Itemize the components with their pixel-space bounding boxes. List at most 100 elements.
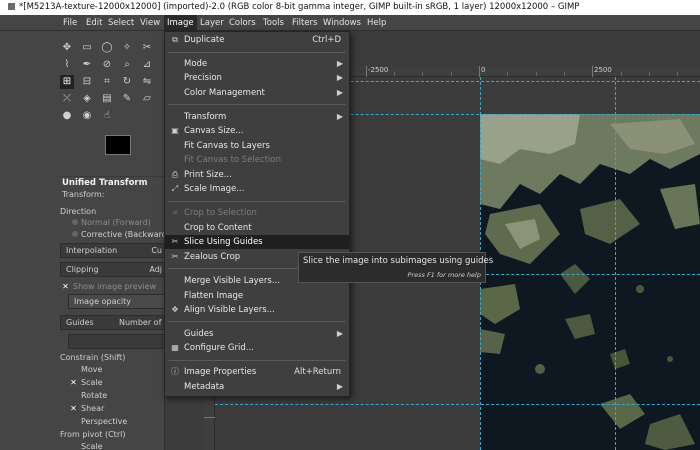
constrain-rotate-label: Rotate	[81, 391, 108, 400]
scale-icon: ⤢	[171, 184, 179, 193]
rect-select-tool-icon[interactable]: ▭	[80, 41, 94, 55]
crop-tool-icon[interactable]: ⌗	[100, 75, 114, 89]
menu-item-label: Color Management	[184, 88, 265, 98]
constrain-move-label: Move	[81, 365, 103, 374]
menu-item-flatten[interactable]: Flatten Image	[165, 289, 349, 303]
interpolation-value: Cu	[151, 246, 162, 255]
gimp-app-icon	[8, 3, 15, 10]
menu-select[interactable]: Select	[105, 15, 137, 31]
menu-item-label: Fit Canvas to Layers	[184, 141, 270, 151]
menu-item-fit-canvas-selection[interactable]: Fit Canvas to Selection	[165, 153, 349, 167]
print-icon: ⎙	[171, 170, 179, 179]
menu-item-crop-selection[interactable]: ⌗ Crop to Selection	[165, 206, 349, 220]
menu-item-canvas-size[interactable]: ▣ Canvas Size...	[165, 124, 349, 138]
direction-corrective-radio[interactable]: Corrective (Backward)	[72, 230, 170, 239]
menu-edit[interactable]: Edit	[83, 15, 105, 31]
satellite-image[interactable]	[480, 114, 700, 450]
eraser-tool-icon[interactable]: ▱	[140, 92, 154, 106]
color-picker-tool-icon[interactable]: ⊘	[100, 58, 114, 72]
title-bar: *[M5213A-texture-12000x12000] (imported)…	[0, 0, 700, 15]
measure-tool-icon[interactable]: ⊿	[140, 58, 154, 72]
constrain-move-checkbox[interactable]: Move	[70, 365, 102, 374]
menu-item-label: Zealous Crop	[184, 252, 241, 262]
align-icon: ✥	[171, 305, 179, 314]
show-preview-checkbox[interactable]: ✕ Show image preview	[62, 282, 156, 291]
constrain-shear-checkbox[interactable]: ✕ Shear	[70, 404, 104, 413]
unified-transform-tool-icon[interactable]: ⊞	[60, 75, 74, 89]
interpolation-select[interactable]: Interpolation Cu	[60, 243, 165, 258]
menu-item-scale-image[interactable]: ⤢ Scale Image...	[165, 182, 349, 196]
rotate-tool-icon[interactable]: ↻	[120, 75, 134, 89]
slice-tooltip: Slice the image into subimages using gui…	[298, 252, 493, 283]
warp-tool-icon[interactable]: ⤫	[60, 92, 74, 106]
chevron-right-icon: ▶	[336, 88, 343, 97]
bucket-fill-tool-icon[interactable]: ◈	[80, 92, 94, 106]
menu-filters[interactable]: Filters	[289, 15, 320, 31]
gradient-tool-icon[interactable]: ▤	[100, 92, 114, 106]
menu-image[interactable]: Image	[164, 15, 197, 31]
free-select-tool-icon[interactable]: ⌇	[60, 58, 74, 72]
menu-item-fit-canvas-layers[interactable]: Fit Canvas to Layers	[165, 139, 349, 153]
constrain-perspective-checkbox[interactable]: Perspective	[70, 417, 127, 426]
menu-item-slice-guides[interactable]: ✂ Slice Using Guides	[165, 235, 349, 249]
menu-item-metadata[interactable]: Metadata ▶	[165, 380, 349, 394]
menu-item-color-management[interactable]: Color Management ▶	[165, 86, 349, 100]
constrain-rotate-checkbox[interactable]: Rotate	[70, 391, 107, 400]
fuzzy-select-tool-icon[interactable]: ✧	[120, 41, 134, 55]
direction-normal-label: Normal (Forward)	[81, 218, 151, 227]
menu-item-label: Print Size...	[184, 170, 232, 180]
guide-vertical[interactable]	[615, 77, 616, 450]
ink-tool-icon[interactable]: ●	[60, 109, 74, 123]
move-tool-icon[interactable]: ✥	[60, 41, 74, 55]
menu-item-shortcut: Ctrl+D	[312, 35, 341, 45]
guides-count-field[interactable]	[68, 334, 165, 349]
align-tool-icon[interactable]: ⊟	[80, 75, 94, 89]
paintbrush-tool-icon[interactable]: ✎	[120, 92, 134, 106]
menu-item-crop-content[interactable]: Crop to Content	[165, 221, 349, 235]
show-preview-label: Show image preview	[73, 282, 157, 291]
ruler-tick	[479, 66, 480, 77]
flip-tool-icon[interactable]: ⇋	[140, 75, 154, 89]
menu-item-transform[interactable]: Transform ▶	[165, 110, 349, 124]
direction-normal-radio[interactable]: Normal (Forward)	[72, 218, 151, 227]
menu-file[interactable]: File	[60, 15, 80, 31]
menu-item-label: Configure Grid...	[184, 343, 254, 353]
menu-view[interactable]: View	[137, 15, 163, 31]
scissors-tool-icon[interactable]: ✂	[140, 41, 154, 55]
menu-item-guides[interactable]: Guides ▶	[165, 327, 349, 341]
window-title: *[M5213A-texture-12000x12000] (imported)…	[19, 2, 580, 12]
panel-divider	[60, 176, 165, 177]
menu-item-label: Crop to Content	[184, 223, 252, 233]
menu-windows[interactable]: Windows	[320, 15, 364, 31]
menu-item-print-size[interactable]: ⎙ Print Size...	[165, 168, 349, 182]
menu-item-align-visible[interactable]: ✥ Align Visible Layers...	[165, 303, 349, 317]
menu-colors[interactable]: Colors	[226, 15, 259, 31]
pivot-scale-checkbox[interactable]: Scale	[70, 442, 103, 450]
paths-tool-icon[interactable]: ✒	[80, 58, 94, 72]
menu-item-duplicate[interactable]: ⧉ Duplicate Ctrl+D	[165, 33, 349, 47]
menu-item-image-properties[interactable]: ⓘ Image Properties Alt+Return	[165, 365, 349, 379]
zoom-tool-icon[interactable]: ⌕	[120, 58, 134, 72]
guides-select[interactable]: Guides Number of li	[60, 315, 165, 330]
ellipse-select-tool-icon[interactable]: ◯	[100, 41, 114, 55]
ruler-label-neg: -2500	[368, 66, 389, 74]
constrain-scale-checkbox[interactable]: ✕ Scale	[70, 378, 102, 387]
menu-help[interactable]: Help	[364, 15, 389, 31]
menu-item-configure-grid[interactable]: ▦ Configure Grid...	[165, 341, 349, 355]
menu-layer[interactable]: Layer	[197, 15, 227, 31]
clone-tool-icon[interactable]: ◉	[80, 109, 94, 123]
smudge-tool-icon[interactable]: ☝	[100, 109, 114, 123]
image-opacity-slider[interactable]: Image opacity	[68, 294, 165, 309]
menu-item-mode[interactable]: Mode ▶	[165, 57, 349, 71]
ruler-label-zero: 0	[481, 66, 486, 74]
menu-item-precision[interactable]: Precision ▶	[165, 71, 349, 85]
ruler-minor-tick	[536, 72, 537, 76]
guide-horizontal[interactable]	[215, 404, 700, 405]
tool-options-title: Unified Transform	[62, 178, 148, 188]
menu-tools[interactable]: Tools	[260, 15, 287, 31]
menu-item-label: Image Properties	[184, 367, 257, 377]
zealous-crop-icon: ✂	[171, 252, 179, 261]
clipping-select[interactable]: Clipping Adj	[60, 262, 165, 277]
image-menu-dropdown: ⧉ Duplicate Ctrl+D Mode ▶ Precision ▶ Color …	[164, 31, 350, 397]
foreground-color-swatch[interactable]	[105, 135, 131, 155]
